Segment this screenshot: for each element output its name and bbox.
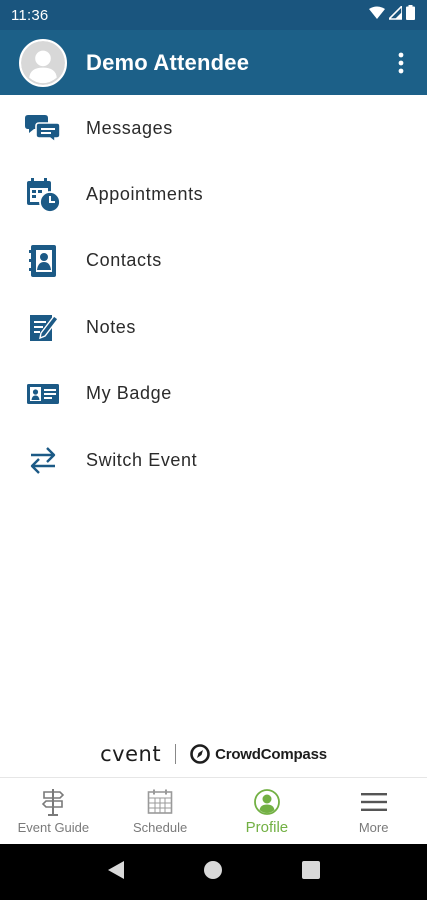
cvent-logo: cvent xyxy=(100,742,162,766)
menu-item-switch-event[interactable]: Switch Event xyxy=(0,427,427,493)
calendar-clock-icon xyxy=(24,176,62,214)
more-vert-icon xyxy=(398,52,404,74)
menu-item-notes[interactable]: Notes xyxy=(0,294,427,360)
default-avatar-icon xyxy=(21,40,65,85)
swap-arrows-icon xyxy=(24,441,62,479)
profile-icon xyxy=(253,788,281,816)
signpost-icon xyxy=(39,788,67,816)
more-options-button[interactable] xyxy=(389,48,413,78)
tab-event-guide[interactable]: Event Guide xyxy=(0,778,107,844)
status-icons xyxy=(369,3,415,25)
menu-item-my-badge[interactable]: My Badge xyxy=(0,361,427,427)
menu-item-label: My Badge xyxy=(86,383,172,404)
hamburger-menu-icon xyxy=(360,788,388,816)
bottom-nav: Event Guide Schedule Profile More xyxy=(0,777,427,844)
id-badge-icon xyxy=(24,375,62,413)
tab-schedule[interactable]: Schedule xyxy=(107,778,214,844)
wifi-icon xyxy=(369,6,385,25)
contact-book-icon xyxy=(24,242,62,280)
menu-item-label: Appointments xyxy=(86,184,204,205)
home-icon[interactable] xyxy=(203,860,223,885)
tab-profile[interactable]: Profile xyxy=(214,778,321,844)
menu-item-label: Contacts xyxy=(86,250,162,271)
schedule-grid-icon xyxy=(146,788,174,816)
crowdcompass-mark-icon xyxy=(190,744,210,764)
crowdcompass-text: CrowdCompass xyxy=(215,745,327,763)
chat-bubbles-icon xyxy=(24,109,62,147)
status-bar: 11:36 xyxy=(0,0,427,30)
battery-icon xyxy=(406,5,415,25)
signal-icon xyxy=(387,3,403,25)
tab-label: Event Guide xyxy=(17,820,90,835)
tab-label: Profile xyxy=(245,819,289,836)
menu-item-label: Messages xyxy=(86,117,173,138)
menu-item-label: Notes xyxy=(86,316,137,337)
brand-divider xyxy=(175,744,177,764)
menu-item-label: Switch Event xyxy=(86,449,198,470)
user-name: Demo Attendee xyxy=(86,49,250,75)
status-time: 11:36 xyxy=(11,6,49,24)
menu-item-messages[interactable]: Messages xyxy=(0,95,427,161)
tab-label: Schedule xyxy=(133,820,188,835)
tab-more[interactable]: More xyxy=(320,778,427,844)
branding-footer: cvent CrowdCompass xyxy=(0,738,427,770)
profile-header: Demo Attendee xyxy=(0,30,427,95)
tab-label: More xyxy=(358,820,389,835)
profile-menu: Messages Appointments Contacts Notes My … xyxy=(0,95,427,493)
menu-item-contacts[interactable]: Contacts xyxy=(0,228,427,294)
system-nav-bar xyxy=(0,844,427,900)
crowdcompass-logo: CrowdCompass xyxy=(190,744,327,764)
menu-item-appointments[interactable]: Appointments xyxy=(0,161,427,227)
note-edit-icon xyxy=(24,308,62,346)
avatar[interactable] xyxy=(19,38,67,87)
recents-icon[interactable] xyxy=(301,860,320,884)
back-icon[interactable] xyxy=(107,860,125,885)
